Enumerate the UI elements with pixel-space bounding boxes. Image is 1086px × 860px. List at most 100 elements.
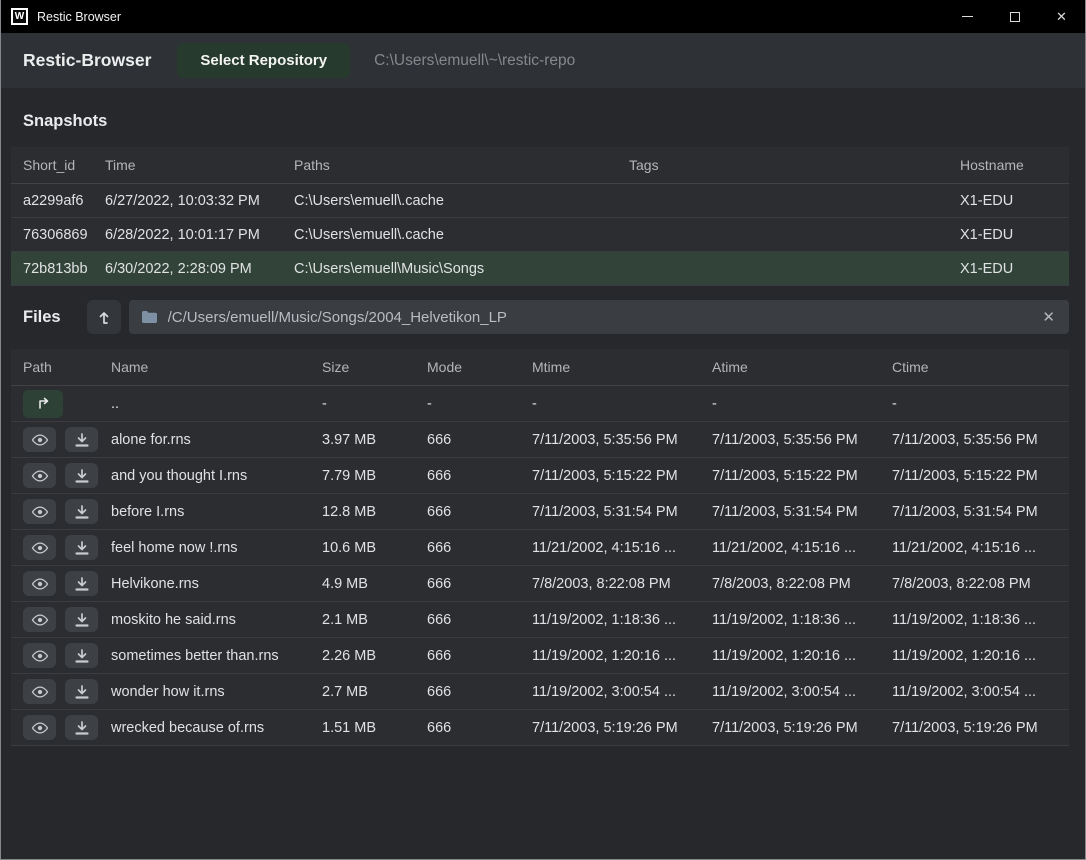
titlebar-left: W Restic Browser [1,8,121,25]
snapshot-time: 6/30/2022, 2:28:09 PM [105,261,294,277]
preview-file-button[interactable] [23,499,56,524]
snapshot-short-id: a2299af6 [11,193,105,209]
snapshots-table-header: Short_id Time Paths Tags Hostname [11,147,1069,184]
file-ctime: - [892,396,1069,412]
file-name: moskito he said.rns [111,612,322,628]
go-to-root-button[interactable] [87,300,121,334]
file-name: wrecked because of.rns [111,720,322,736]
file-mode: 666 [427,468,532,484]
file-size: 1.51 MB [322,720,427,736]
parent-directory-row[interactable]: .. - - - - - [11,386,1069,422]
snapshots-heading: Snapshots [1,88,1085,131]
eye-icon [31,578,49,590]
file-size: 10.6 MB [322,540,427,556]
file-row: feel home now !.rns 10.6 MB 666 11/21/20… [11,530,1069,566]
file-mode: 666 [427,684,532,700]
download-file-button[interactable] [65,715,98,740]
titlebar: W Restic Browser ✕ [1,0,1085,33]
download-file-button[interactable] [65,499,98,524]
file-row: Helvikone.rns 4.9 MB 666 7/8/2003, 8:22:… [11,566,1069,602]
file-row-actions [11,463,111,488]
file-name: before I.rns [111,504,322,520]
download-file-button[interactable] [65,463,98,488]
file-mtime: 7/11/2003, 5:35:56 PM [532,432,712,448]
file-name: Helvikone.rns [111,576,322,592]
snapshot-row-selected[interactable]: 72b813bb 6/30/2022, 2:28:09 PM C:\Users\… [11,252,1069,286]
eye-icon [31,470,49,482]
preview-file-button[interactable] [23,679,56,704]
snapshot-paths: C:\Users\emuell\.cache [294,227,629,243]
file-mode: 666 [427,504,532,520]
file-ctime: 7/11/2003, 5:35:56 PM [892,432,1069,448]
file-mtime: 11/19/2002, 1:18:36 ... [532,612,712,628]
column-header-short-id: Short_id [11,157,105,173]
download-file-button[interactable] [65,679,98,704]
repository-path-text: C:\Users\emuell\~\restic-repo [374,52,575,70]
preview-file-button[interactable] [23,607,56,632]
eye-icon [31,722,49,734]
download-file-button[interactable] [65,643,98,668]
download-file-button[interactable] [65,535,98,560]
file-row-actions [11,607,111,632]
eye-icon [31,614,49,626]
column-header-hostname: Hostname [960,157,1069,173]
snapshot-time: 6/27/2022, 10:03:32 PM [105,193,294,209]
app-header: Restic-Browser Select Repository C:\User… [1,33,1085,88]
file-atime: 11/19/2002, 1:18:36 ... [712,612,892,628]
file-name: .. [111,396,322,412]
file-row-actions [11,715,111,740]
preview-file-button[interactable] [23,463,56,488]
files-table-header: Path Name Size Mode Mtime Atime Ctime [11,349,1069,386]
file-row-actions [11,499,111,524]
file-row-actions [11,679,111,704]
minimize-button[interactable] [944,0,991,33]
snapshot-row[interactable]: a2299af6 6/27/2022, 10:03:32 PM C:\Users… [11,184,1069,218]
file-mode: 666 [427,576,532,592]
folder-icon [141,310,158,324]
download-file-button[interactable] [65,571,98,596]
download-file-button[interactable] [65,607,98,632]
clear-icon: ✕ [1042,309,1055,326]
file-mtime: 11/19/2002, 3:00:54 ... [532,684,712,700]
download-icon [75,505,89,519]
app-logo-icon: W [11,8,28,25]
column-header-size: Size [322,359,427,375]
file-row-actions [11,427,111,452]
download-icon [75,721,89,735]
current-path-input[interactable] [168,309,1031,326]
file-name: and you thought I.rns [111,468,322,484]
file-row-actions [11,571,111,596]
preview-file-button[interactable] [23,715,56,740]
file-size: 2.26 MB [322,648,427,664]
snapshots-table: Short_id Time Paths Tags Hostname a2299a… [11,147,1069,286]
preview-file-button[interactable] [23,427,56,452]
app-title: Restic-Browser [23,50,151,71]
files-bar: Files ✕ [1,286,1085,334]
clear-path-button[interactable]: ✕ [1040,310,1057,325]
eye-icon [31,542,49,554]
snapshot-row[interactable]: 76306869 6/28/2022, 10:01:17 PM C:\Users… [11,218,1069,252]
preview-file-button[interactable] [23,571,56,596]
file-size: 2.7 MB [322,684,427,700]
maximize-button[interactable] [991,0,1038,33]
download-file-button[interactable] [65,427,98,452]
file-name: sometimes better than.rns [111,648,322,664]
column-header-ctime: Ctime [892,359,1069,375]
column-header-name: Name [111,359,322,375]
file-ctime: 7/11/2003, 5:15:22 PM [892,468,1069,484]
close-button[interactable]: ✕ [1038,0,1085,33]
file-row: and you thought I.rns 7.79 MB 666 7/11/2… [11,458,1069,494]
file-atime: 7/11/2003, 5:31:54 PM [712,504,892,520]
snapshot-hostname: X1-EDU [960,261,1069,277]
file-rows-container: alone for.rns 3.97 MB 666 7/11/2003, 5:3… [11,422,1069,746]
up-right-arrow-icon [36,397,51,410]
select-repository-button[interactable]: Select Repository [177,43,350,78]
preview-file-button[interactable] [23,643,56,668]
go-up-directory-button[interactable] [23,390,63,418]
column-header-time: Time [105,157,294,173]
close-icon: ✕ [1056,10,1067,23]
preview-file-button[interactable] [23,535,56,560]
file-atime: 11/21/2002, 4:15:16 ... [712,540,892,556]
file-name: feel home now !.rns [111,540,322,556]
file-mode: 666 [427,720,532,736]
